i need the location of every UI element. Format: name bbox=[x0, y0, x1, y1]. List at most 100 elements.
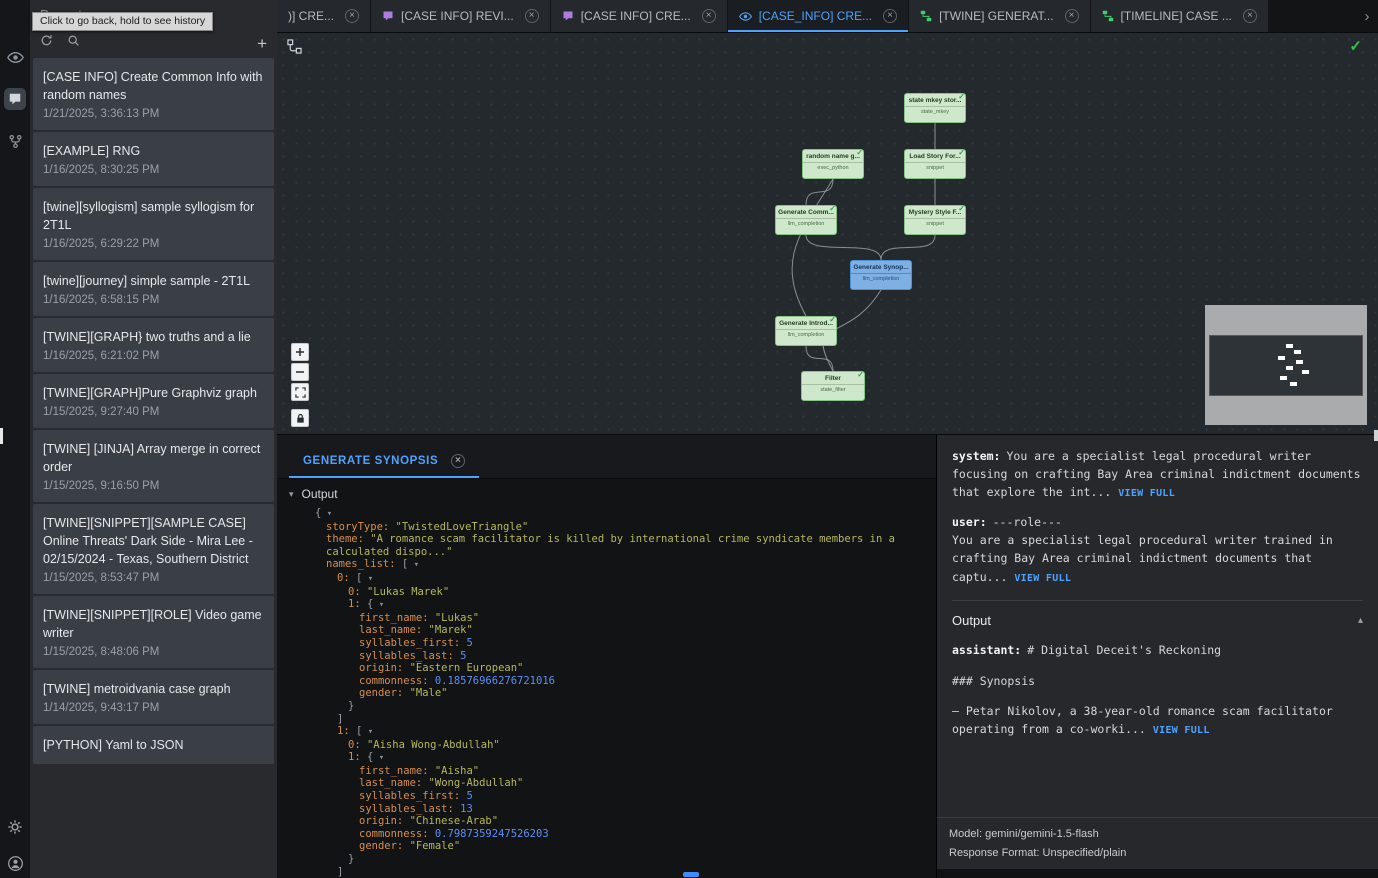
json-value: "Female" bbox=[410, 840, 461, 852]
graph-icon bbox=[920, 10, 932, 22]
json-key: syllables_first: bbox=[359, 637, 466, 649]
close-icon[interactable]: × bbox=[702, 9, 716, 23]
json-key: names_list: bbox=[326, 558, 402, 570]
search-icon[interactable] bbox=[67, 34, 80, 52]
activity-bar bbox=[0, 0, 30, 878]
zoom-out-button[interactable] bbox=[291, 363, 309, 381]
collapse-up-icon[interactable]: ▴ bbox=[1358, 615, 1363, 626]
json-line: 1: [ ▾ bbox=[315, 725, 926, 739]
view-full-link[interactable]: VIEW FULL bbox=[1014, 571, 1071, 587]
close-icon[interactable]: × bbox=[1065, 9, 1079, 23]
refresh-icon[interactable] bbox=[40, 34, 53, 52]
node-title: Mystery Style F... bbox=[905, 209, 965, 216]
prompt-list-item[interactable]: [twine][syllogism] sample syllogism for … bbox=[33, 188, 274, 260]
graph-node[interactable]: Generate Comm...llm_completion✓ bbox=[775, 205, 837, 235]
check-icon: ✓ bbox=[829, 204, 836, 213]
panel-resize-handle-right[interactable] bbox=[1374, 430, 1378, 441]
json-key: 0: bbox=[348, 739, 367, 751]
prompt-list-item[interactable]: [CASE INFO] Create Common Info with rand… bbox=[33, 58, 274, 130]
check-icon: ✓ bbox=[958, 148, 965, 157]
editor-tab[interactable]: [TIMELINE] CASE ...× bbox=[1091, 0, 1269, 32]
graph-node[interactable]: Generate Introd...llm_completion✓ bbox=[775, 316, 837, 346]
view-full-link[interactable]: VIEW FULL bbox=[1153, 725, 1210, 736]
system-message: system:You are a specialist legal proced… bbox=[952, 448, 1363, 501]
graph-canvas[interactable]: state mkey stor...state_mkey✓random name… bbox=[277, 33, 1378, 435]
panel-resize-handle-left[interactable] bbox=[0, 428, 3, 444]
prompt-timestamp: 1/16/2025, 6:58:15 PM bbox=[43, 294, 264, 306]
close-icon[interactable]: × bbox=[1243, 9, 1257, 23]
close-icon[interactable]: × bbox=[525, 9, 539, 23]
caret-down-icon[interactable]: ▾ bbox=[362, 727, 373, 737]
caret-down-icon[interactable]: ▾ bbox=[321, 509, 332, 519]
lock-icon[interactable] bbox=[291, 409, 309, 427]
json-line: syllables_first: 5 bbox=[315, 637, 926, 650]
json-value: "Male" bbox=[410, 687, 448, 699]
divider bbox=[952, 600, 1363, 601]
prompt-title: [TWINE] [JINJA] Array merge in correct o… bbox=[43, 440, 264, 476]
json-key: origin: bbox=[359, 662, 410, 674]
flows-icon[interactable] bbox=[5, 132, 25, 150]
output-tab-generate-synopsis[interactable]: GENERATE SYNOPSIS × bbox=[289, 445, 479, 478]
editor-tab[interactable]: [TWINE] GENERAT...× bbox=[909, 0, 1090, 32]
json-value: "Lukas" bbox=[435, 612, 479, 624]
prompt-list-item[interactable]: [TWINE][SNIPPET][ROLE] Video game writer… bbox=[33, 596, 274, 668]
json-line: commonness: 0.7987359247526203 bbox=[315, 828, 926, 841]
system-role-label: system: bbox=[952, 449, 1000, 463]
editor-tab[interactable]: [CASE INFO] REVI...× bbox=[371, 0, 551, 32]
prompt-list-item[interactable]: [TWINE][GRAPH]Pure Graphviz graph1/15/20… bbox=[33, 374, 274, 428]
user-role-label: user: bbox=[952, 515, 987, 529]
graph-node[interactable]: random name g...exec_python✓ bbox=[802, 149, 864, 179]
tab-scroll-right-button[interactable]: › bbox=[1356, 0, 1378, 32]
caret-down-icon[interactable]: ▾ bbox=[408, 560, 419, 570]
prompt-list-item[interactable]: [TWINE] [JINJA] Array merge in correct o… bbox=[33, 430, 274, 502]
json-key: theme: bbox=[326, 533, 370, 545]
caret-down-icon[interactable]: ▾ bbox=[373, 753, 384, 763]
json-key: last_name: bbox=[359, 777, 429, 789]
graph-node[interactable]: Load Story For...snippet✓ bbox=[904, 149, 966, 179]
output-tabstrip: GENERATE SYNOPSIS × bbox=[277, 435, 936, 479]
prompt-list-item[interactable]: [twine][journey] simple sample - 2T1L 1/1… bbox=[33, 262, 274, 316]
minimap[interactable] bbox=[1205, 305, 1367, 425]
fit-view-button[interactable] bbox=[291, 383, 309, 401]
json-key: 0: bbox=[337, 572, 356, 584]
json-value: 5 bbox=[466, 790, 472, 802]
zoom-in-button[interactable] bbox=[291, 343, 309, 361]
account-icon[interactable] bbox=[5, 854, 25, 872]
prompt-list-item[interactable]: [TWINE][SNIPPET][SAMPLE CASE] Online Thr… bbox=[33, 504, 274, 594]
horizontal-scrollbar-thumb[interactable] bbox=[683, 872, 699, 877]
graph-node[interactable]: Mystery Style F...snippet✓ bbox=[904, 205, 966, 235]
graph-node[interactable]: Filterstate_filter✓ bbox=[801, 371, 865, 401]
prompt-list-item[interactable]: [PYTHON] Yaml to JSON bbox=[33, 726, 274, 764]
json-key: 0: bbox=[348, 586, 367, 598]
caret-down-icon[interactable]: ▾ bbox=[373, 600, 384, 610]
assistant-body: — Petar Nikolov, a 38-year-old romance s… bbox=[952, 703, 1363, 739]
prompt-title: [PYTHON] Yaml to JSON bbox=[43, 736, 264, 754]
prompt-list-item[interactable]: [TWINE][GRAPH} two truths and a lie1/16/… bbox=[33, 318, 274, 372]
messages-output-header: Output ▴ bbox=[952, 613, 1363, 628]
add-prompt-button[interactable]: + bbox=[257, 35, 267, 52]
settings-gear-icon[interactable] bbox=[5, 818, 25, 836]
close-icon[interactable]: × bbox=[883, 9, 897, 23]
caret-down-icon[interactable]: ▾ bbox=[289, 489, 294, 500]
prompt-title: [TWINE] metroidvania case graph bbox=[43, 680, 264, 698]
workflow-icon[interactable] bbox=[287, 39, 302, 59]
editor-tab[interactable]: [CASE_INFO] CRE...× bbox=[728, 0, 909, 32]
json-key: storyType: bbox=[326, 521, 396, 533]
json-line: ] bbox=[315, 866, 926, 878]
caret-down-icon[interactable]: ▾ bbox=[362, 574, 373, 584]
json-line: syllables_first: 5 bbox=[315, 790, 926, 803]
close-icon[interactable]: × bbox=[451, 454, 465, 468]
prompt-list-item[interactable]: [TWINE] metroidvania case graph 1/14/2025… bbox=[33, 670, 274, 724]
editor-tab[interactable]: )] CRE...× bbox=[277, 0, 371, 32]
graph-node[interactable]: Generate Synop...llm_completion bbox=[850, 260, 912, 290]
view-full-link[interactable]: VIEW FULL bbox=[1118, 488, 1175, 499]
prompt-title: [twine][journey] simple sample - 2T1L bbox=[43, 272, 264, 290]
editor-tab[interactable]: [CASE INFO] CRE...× bbox=[551, 0, 728, 32]
json-line: last_name: "Wong-Abdullah" bbox=[315, 777, 926, 790]
close-icon[interactable]: × bbox=[345, 9, 359, 23]
prompt-timestamp: 1/14/2025, 9:43:17 PM bbox=[43, 702, 264, 714]
prompt-list-item[interactable]: [EXAMPLE] RNG1/16/2025, 8:30:25 PM bbox=[33, 132, 274, 186]
prompts-icon[interactable] bbox=[4, 88, 26, 110]
eye-icon[interactable] bbox=[5, 48, 25, 66]
graph-node[interactable]: state mkey stor...state_mkey✓ bbox=[904, 93, 966, 123]
